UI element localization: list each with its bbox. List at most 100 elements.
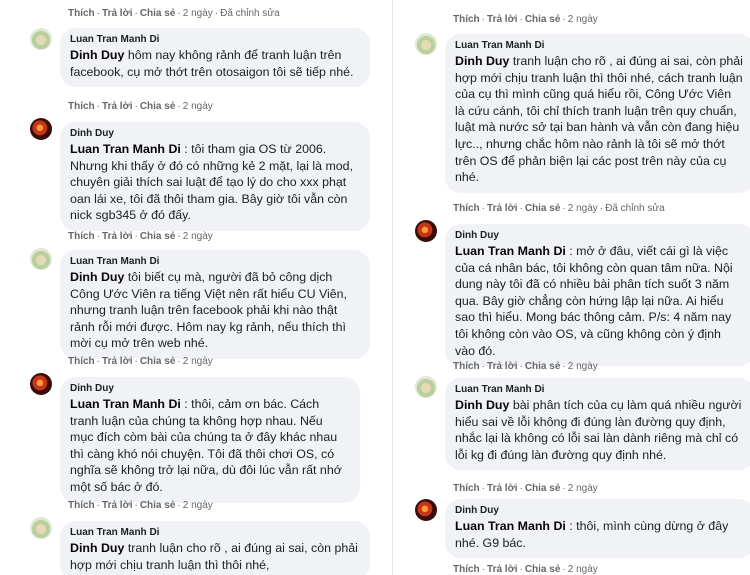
comment-bubble: Dinh Duy Luan Tran Manh Di : thôi, cảm ơ…: [60, 377, 360, 503]
comment-text: Dinh Duy bài phân tích của cụ làm quá nh…: [455, 398, 742, 462]
timestamp[interactable]: 2 ngày: [183, 356, 213, 367]
avatar[interactable]: [30, 118, 52, 140]
like-link[interactable]: Thích: [68, 356, 95, 367]
comment-column-left: Thích · Trả lời · Chia sẻ · 2 ngày · Đã chỉnh sử…: [30, 0, 370, 575]
like-link[interactable]: Thích: [68, 101, 95, 112]
comment-bubble: Luan Tran Manh Di Dinh Duy hôm nay không…: [60, 28, 370, 88]
avatar[interactable]: [30, 373, 52, 395]
comment-actions: Thích · Trả lời · Chia sẻ · 2 ngày: [453, 14, 598, 25]
reply-link[interactable]: Trả lời: [487, 564, 517, 575]
reply-link[interactable]: Trả lời: [102, 8, 132, 19]
comment-text: Dinh Duy tôi biết cụ mà, người đã bỏ côn…: [70, 270, 348, 351]
comment-actions: Thích · Trả lời · Chia sẻ · 2 ngày: [68, 356, 213, 367]
timestamp[interactable]: 2 ngày: [183, 8, 213, 19]
comment-bubble: Luan Tran Manh Di Dinh Duy tranh luận ch…: [445, 34, 750, 193]
timestamp[interactable]: 2 ngày: [568, 14, 598, 25]
mention-tag[interactable]: Luan Tran Manh Di: [70, 397, 181, 411]
timestamp[interactable]: 2 ngày: [568, 361, 598, 372]
reply-link[interactable]: Trả lời: [487, 361, 517, 372]
like-link[interactable]: Thích: [453, 14, 480, 25]
avatar[interactable]: [415, 376, 437, 398]
comment-actions: Thích · Trả lời · Chia sẻ · 2 ngày: [68, 231, 213, 242]
mention-tag[interactable]: Dinh Duy: [70, 48, 124, 62]
comment-text: Dinh Duy hôm nay không rảnh để tranh luậ…: [70, 48, 354, 79]
timestamp[interactable]: 2 ngày: [183, 231, 213, 242]
comment-author[interactable]: Luan Tran Manh Di: [70, 526, 358, 539]
like-link[interactable]: Thích: [453, 483, 480, 494]
comment-author[interactable]: Dinh Duy: [70, 127, 358, 140]
comment-bubble: Luan Tran Manh Di Dinh Duy bài phân tích…: [445, 378, 750, 471]
edited-label: Đã chỉnh sửa: [605, 203, 665, 214]
comment-text: Luan Tran Manh Di : tôi tham gia OS từ 2…: [70, 142, 354, 223]
comment-author[interactable]: Dinh Duy: [455, 504, 743, 517]
reply-link[interactable]: Trả lời: [102, 101, 132, 112]
reply-link[interactable]: Trả lời: [487, 14, 517, 25]
avatar[interactable]: [30, 248, 52, 270]
comment-text: Dinh Duy tranh luận cho rõ , ai đúng ai …: [70, 541, 358, 572]
reply-link[interactable]: Trả lời: [102, 500, 132, 511]
share-link[interactable]: Chia sẻ: [140, 500, 176, 511]
panel-divider: [392, 0, 393, 575]
share-link[interactable]: Chia sẻ: [525, 361, 561, 372]
timestamp[interactable]: 2 ngày: [568, 203, 598, 214]
comment-author[interactable]: Luan Tran Manh Di: [70, 255, 358, 268]
comment-actions: Thích · Trả lời · Chia sẻ · 2 ngày · Đã chỉnh sử…: [68, 8, 280, 19]
share-link[interactable]: Chia sẻ: [525, 203, 561, 214]
comment-bubble: Luan Tran Manh Di Dinh Duy tôi biết cụ m…: [60, 250, 370, 359]
comment-author[interactable]: Luan Tran Manh Di: [455, 39, 743, 52]
avatar[interactable]: [415, 33, 437, 55]
share-link[interactable]: Chia sẻ: [140, 231, 176, 242]
like-link[interactable]: Thích: [453, 203, 480, 214]
like-link[interactable]: Thích: [453, 564, 480, 575]
like-link[interactable]: Thích: [68, 231, 95, 242]
edited-label: Đã chỉnh sửa: [220, 8, 280, 19]
mention-tag[interactable]: Dinh Duy: [455, 54, 509, 68]
comment-bubble: Dinh Duy Luan Tran Manh Di : mở ở đâu, v…: [445, 224, 750, 367]
timestamp[interactable]: 2 ngày: [183, 101, 213, 112]
comment-text: Luan Tran Manh Di : mở ở đâu, viết cái g…: [455, 244, 733, 358]
share-link[interactable]: Chia sẻ: [140, 101, 176, 112]
comment-author[interactable]: Dinh Duy: [70, 382, 348, 395]
mention-tag[interactable]: Luan Tran Manh Di: [455, 519, 566, 533]
reply-link[interactable]: Trả lời: [102, 356, 132, 367]
reply-link[interactable]: Trả lời: [487, 203, 517, 214]
comment-author[interactable]: Luan Tran Manh Di: [70, 33, 358, 46]
like-link[interactable]: Thích: [68, 8, 95, 19]
comment-actions: Thích · Trả lời · Chia sẻ · 2 ngày: [453, 361, 598, 372]
comment-actions: Thích · Trả lời · Chia sẻ · 2 ngày: [453, 564, 598, 575]
comment-actions: Thích · Trả lời · Chia sẻ · 2 ngày: [453, 483, 598, 494]
comment-bubble: Dinh Duy Luan Tran Manh Di : thôi, mình …: [445, 499, 750, 559]
share-link[interactable]: Chia sẻ: [525, 483, 561, 494]
share-link[interactable]: Chia sẻ: [525, 564, 561, 575]
share-link[interactable]: Chia sẻ: [140, 8, 176, 19]
avatar[interactable]: [415, 220, 437, 242]
comment-text: Luan Tran Manh Di : thôi, cảm ơn bác. Cá…: [70, 397, 342, 494]
comment-author[interactable]: Luan Tran Manh Di: [455, 383, 743, 396]
timestamp[interactable]: 2 ngày: [183, 500, 213, 511]
like-link[interactable]: Thích: [453, 361, 480, 372]
comment-actions: Thích · Trả lời · Chia sẻ · 2 ngày: [68, 500, 213, 511]
avatar[interactable]: [415, 499, 437, 521]
comment-text: Dinh Duy tranh luận cho rõ , ai đúng ai …: [455, 54, 743, 185]
like-link[interactable]: Thích: [68, 500, 95, 511]
comment-actions: Thích · Trả lời · Chia sẻ · 2 ngày · Đã chỉnh sử…: [453, 203, 665, 214]
mention-tag[interactable]: Dinh Duy: [70, 541, 124, 555]
comment-author[interactable]: Dinh Duy: [455, 229, 743, 242]
avatar[interactable]: [30, 28, 52, 50]
comment-actions: Thích · Trả lời · Chia sẻ · 2 ngày: [68, 101, 213, 112]
mention-tag[interactable]: Dinh Duy: [455, 398, 509, 412]
share-link[interactable]: Chia sẻ: [140, 356, 176, 367]
reply-link[interactable]: Trả lời: [102, 231, 132, 242]
comment-bubble: Luan Tran Manh Di Dinh Duy tranh luận ch…: [60, 521, 370, 575]
comment-bubble: Dinh Duy Luan Tran Manh Di : tôi tham gi…: [60, 122, 370, 231]
comment-text: Luan Tran Manh Di : thôi, mình cùng dừng…: [455, 519, 729, 550]
timestamp[interactable]: 2 ngày: [568, 483, 598, 494]
mention-tag[interactable]: Luan Tran Manh Di: [70, 142, 181, 156]
timestamp[interactable]: 2 ngày: [568, 564, 598, 575]
reply-link[interactable]: Trả lời: [487, 483, 517, 494]
mention-tag[interactable]: Dinh Duy: [70, 270, 124, 284]
mention-tag[interactable]: Luan Tran Manh Di: [455, 244, 566, 258]
share-link[interactable]: Chia sẻ: [525, 14, 561, 25]
comment-column-right: Thích · Trả lời · Chia sẻ · 2 ngày Luan Tran M…: [415, 0, 750, 575]
avatar[interactable]: [30, 517, 52, 539]
